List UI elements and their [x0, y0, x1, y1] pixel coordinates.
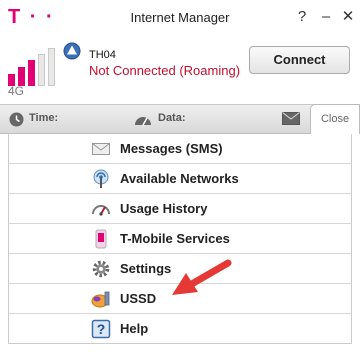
antenna-icon: [93, 169, 109, 188]
time-label: Time:: [29, 112, 59, 124]
data-label: Data:: [158, 112, 186, 124]
menu-item-messages[interactable]: Messages (SMS): [9, 134, 351, 164]
envelope-icon: [92, 143, 110, 155]
annotation-arrow-icon: [172, 259, 232, 295]
usage-info-bar: Time: Data:: [0, 104, 360, 134]
menu-item-label: Usage History: [120, 201, 208, 216]
minimize-button[interactable]: –: [318, 8, 334, 26]
network-type: 4G: [8, 84, 25, 98]
speedometer-icon: [135, 117, 151, 126]
menu-item-label: Available Networks: [120, 171, 239, 186]
phone-icon: [95, 229, 107, 249]
gauge-icon: [92, 205, 110, 216]
network-name: TH04: [89, 49, 116, 61]
close-menu-tab[interactable]: Close: [310, 104, 360, 134]
roaming-icon: [63, 42, 81, 60]
ussd-icon: [91, 291, 110, 308]
menu-item-label: Messages (SMS): [120, 141, 223, 156]
connection-status-text: Not Connected (Roaming): [89, 63, 241, 78]
envelope-icon[interactable]: [282, 112, 300, 125]
svg-text:?: ?: [97, 321, 106, 337]
menu-item-label: T-Mobile Services: [120, 231, 230, 246]
menu-item-label: Settings: [120, 261, 172, 276]
menu-item-available-networks[interactable]: Available Networks: [9, 164, 351, 194]
help-button[interactable]: ?: [294, 8, 310, 26]
gear-icon: [92, 260, 110, 278]
connect-button[interactable]: Connect: [249, 46, 350, 74]
menu-item-t-mobile-services[interactable]: T-Mobile Services: [9, 224, 351, 254]
help-icon: ?: [91, 319, 111, 339]
menu-item-label: Help: [120, 321, 149, 336]
title-bar: T · · Internet Manager ? – ✕: [0, 0, 360, 34]
signal-strength-icon: [8, 48, 58, 86]
connection-status-panel: 4G TH04 Not Connected (Roaming) Connect: [0, 34, 360, 104]
menu-item-usage-history[interactable]: Usage History: [9, 194, 351, 224]
menu-item-label: USSD: [120, 291, 157, 306]
close-window-button[interactable]: ✕: [340, 8, 356, 26]
clock-icon: [9, 112, 24, 127]
main-menu: Messages (SMS) Available Networks Usage …: [8, 134, 352, 344]
menu-item-help[interactable]: ? Help: [9, 314, 351, 344]
